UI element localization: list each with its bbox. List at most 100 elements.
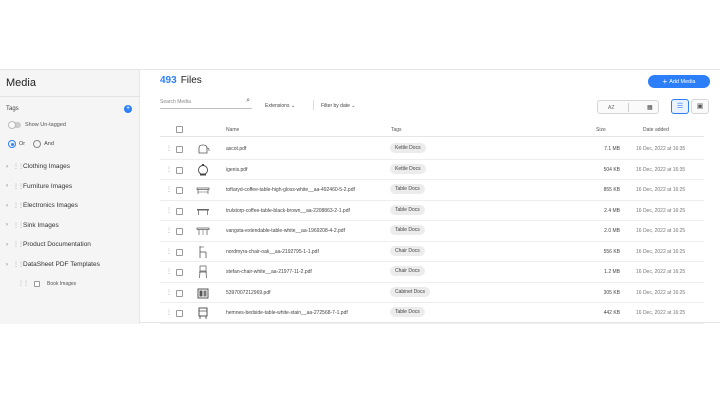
column-name[interactable]: Name: [226, 127, 239, 133]
tag-chip[interactable]: Cabinet Docs: [390, 286, 431, 297]
file-size: 442 KB: [603, 310, 620, 316]
folder-item-datasheet-templates[interactable]: › ⋮⋮ DataSheet PDF Templates: [6, 261, 100, 268]
column-size[interactable]: Size: [596, 127, 606, 133]
chevron-right-icon[interactable]: ›: [6, 183, 12, 189]
sub-folder-label: Book Images: [47, 280, 77, 287]
chevron-down-icon: ⌄: [290, 103, 296, 109]
tag-chip[interactable]: Table Docs: [390, 184, 425, 194]
drag-handle-icon[interactable]: ⋮: [166, 268, 172, 275]
row-checkbox[interactable]: [176, 269, 183, 276]
sub-folder-book-images[interactable]: ⋮⋮ Book Images: [18, 280, 76, 287]
file-name[interactable]: nordmyra-chair-oak__aa-2192795-1-1.pdf: [226, 249, 319, 255]
folder-item-clothing[interactable]: › ⋮⋮ Clothing Images: [6, 163, 70, 170]
row-checkbox[interactable]: [176, 207, 183, 215]
drag-handle-icon[interactable]: ⋮: [166, 207, 172, 214]
radio-or[interactable]: [8, 140, 16, 148]
table-row[interactable]: ⋮ vangsta-extendable-table-white__aa-196…: [160, 221, 704, 242]
chevron-right-icon[interactable]: ›: [6, 164, 12, 170]
file-size: 7.1 MB: [604, 146, 620, 152]
tag-chip[interactable]: Table Docs: [390, 307, 425, 317]
file-name[interactable]: stefan-chair-white__aa-21977-11-2.pdf: [226, 269, 312, 275]
table-row[interactable]: ⋮ trulstorp-coffee-table-black-brown__aa…: [160, 201, 704, 221]
sort-control[interactable]: AZ ▦: [597, 100, 659, 114]
table-thumbnail: [197, 208, 209, 215]
drag-handle-icon[interactable]: ⋮⋮: [13, 261, 24, 268]
show-untagged-toggle-row[interactable]: Show Un-tagged: [8, 121, 66, 129]
tag-chip[interactable]: Kettle Docs: [390, 163, 426, 174]
drag-handle-icon[interactable]: ⋮: [166, 186, 172, 193]
extensions-label: Extensions: [265, 103, 290, 109]
show-untagged-toggle[interactable]: [8, 121, 21, 129]
select-all-checkbox[interactable]: [176, 126, 183, 133]
drag-handle-icon[interactable]: ⋮: [166, 145, 172, 152]
drag-handle-icon[interactable]: ⋮⋮: [18, 280, 29, 287]
chevron-right-icon[interactable]: ›: [6, 242, 12, 248]
folder-item-furniture[interactable]: › ⋮⋮ Furniture Images: [6, 183, 72, 190]
file-name[interactable]: 5397007212969.pdf: [226, 290, 271, 296]
file-name[interactable]: igenis.pdf: [226, 167, 247, 173]
chevron-right-icon[interactable]: ›: [6, 203, 12, 209]
file-name[interactable]: vangsta-extendable-table-white__aa-19692…: [226, 228, 345, 234]
drag-handle-icon[interactable]: ⋮⋮: [13, 183, 24, 190]
add-tag-button[interactable]: +: [124, 105, 132, 113]
search-placeholder: Search Media: [160, 99, 191, 105]
table-row[interactable]: ⋮ ascot.pdf Kettle Docs 7.1 MB 16 Dec, 2…: [160, 139, 704, 160]
file-name[interactable]: ascot.pdf: [226, 146, 246, 152]
search-icon[interactable]: ⌕: [246, 97, 250, 105]
folder-item-sink[interactable]: › ⋮⋮ Sink Images: [6, 222, 59, 229]
table-row[interactable]: ⋮ igenis.pdf Kettle Docs 504 KB 16 Dec, …: [160, 160, 704, 180]
extensions-dropdown[interactable]: Extensions ⌄: [265, 103, 295, 109]
files-label: Files: [180, 75, 202, 86]
row-checkbox[interactable]: [176, 166, 183, 174]
drag-handle-icon[interactable]: ⋮: [166, 227, 172, 234]
add-media-button[interactable]: + Add Media: [648, 75, 710, 88]
grid-view-icon: ▣: [696, 103, 704, 110]
search-input[interactable]: Search Media ⌕: [160, 97, 252, 109]
drag-handle-icon[interactable]: ⋮⋮: [13, 222, 24, 229]
drag-handle-icon[interactable]: ⋮: [166, 166, 172, 173]
chevron-down-icon[interactable]: ›: [6, 262, 12, 268]
tag-chip[interactable]: Chair Docs: [390, 245, 425, 256]
list-view-button[interactable]: ☰: [671, 99, 689, 114]
row-checkbox[interactable]: [176, 187, 183, 194]
drag-handle-icon[interactable]: ⋮: [166, 309, 172, 316]
date-added: 16 Dec, 2022 at 16:35: [636, 146, 686, 152]
file-name[interactable]: hemnes-bedside-table-white-stain__aa-272…: [226, 310, 348, 316]
row-checkbox[interactable]: [176, 228, 183, 235]
date-filter-dropdown[interactable]: Filter by date ⌄: [321, 103, 356, 109]
calendar-icon[interactable]: ▦: [647, 104, 653, 111]
drag-handle-icon[interactable]: ⋮: [166, 289, 172, 296]
table-row[interactable]: ⋮ toftaryd-coffee-table-high-gloss-white…: [160, 180, 704, 201]
radio-and[interactable]: [33, 140, 42, 148]
drag-handle-icon[interactable]: ⋮⋮: [13, 163, 24, 170]
plus-icon: +: [125, 105, 131, 112]
drag-handle-icon[interactable]: ⋮⋮: [13, 241, 24, 248]
tag-chip[interactable]: Chair Docs: [390, 266, 425, 276]
file-name[interactable]: trulstorp-coffee-table-black-brown__aa-2…: [226, 208, 350, 214]
table-row[interactable]: ⋮ stefan-chair-white__aa-21977-11-2.pdf …: [160, 262, 704, 283]
chevron-right-icon[interactable]: ›: [6, 222, 12, 228]
column-date[interactable]: Date added: [643, 127, 669, 133]
date-added: 16 Dec, 2022 at 16:25: [636, 228, 686, 234]
table-row[interactable]: ⋮ hemnes-bedside-table-white-stain__aa-2…: [160, 303, 704, 324]
folder-label: Furniture Images: [23, 182, 73, 190]
grid-view-button[interactable]: ▣: [691, 99, 709, 114]
table-row[interactable]: ⋮ nordmyra-chair-oak__aa-2192795-1-1.pdf…: [160, 242, 704, 262]
folder-checkbox[interactable]: [34, 280, 40, 287]
folder-item-product-documentation[interactable]: › ⋮⋮ Product Documentation: [6, 241, 91, 248]
toolbar-divider: [313, 100, 314, 110]
drag-handle-icon[interactable]: ⋮⋮: [13, 202, 24, 209]
row-checkbox[interactable]: [176, 310, 183, 317]
file-count: 493: [160, 75, 177, 86]
tag-chip[interactable]: Table Docs: [390, 225, 425, 235]
sort-az-icon[interactable]: AZ: [608, 105, 614, 111]
row-checkbox[interactable]: [176, 289, 183, 297]
file-name[interactable]: toftaryd-coffee-table-high-gloss-white__…: [226, 187, 355, 193]
drag-handle-icon[interactable]: ⋮: [166, 248, 172, 255]
row-checkbox[interactable]: [176, 146, 183, 153]
folder-item-electronics[interactable]: › ⋮⋮ Electronics Images: [6, 202, 78, 209]
row-checkbox[interactable]: [176, 248, 183, 256]
table-row[interactable]: ⋮ 5397007212969.pdf Cabinet Docs 305 KB …: [160, 283, 704, 303]
tag-chip[interactable]: Kettle Docs: [390, 143, 426, 153]
tag-chip[interactable]: Table Docs: [390, 204, 425, 215]
